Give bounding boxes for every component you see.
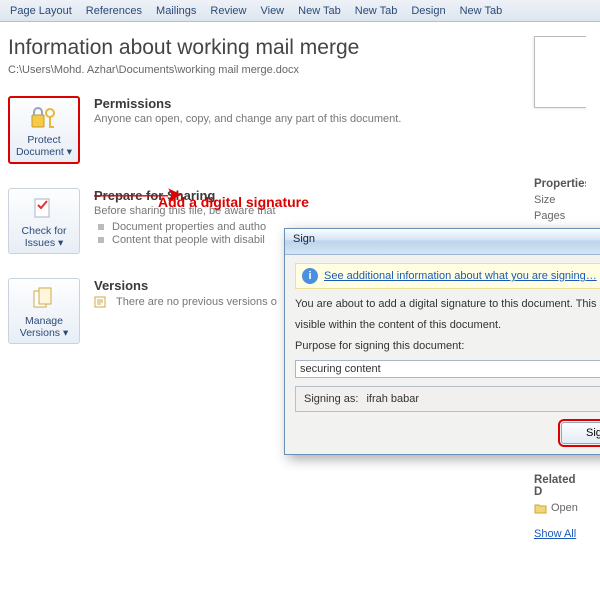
open-file-link[interactable]: Open bbox=[534, 502, 586, 514]
annotation-text: Add a digital signature bbox=[158, 194, 309, 210]
dialog-title: Sign bbox=[285, 229, 600, 255]
permissions-head: Permissions bbox=[94, 96, 401, 111]
tab-new-3[interactable]: New Tab bbox=[460, 5, 503, 17]
file-path: C:\Users\Mohd. Azhar\Documents\working m… bbox=[8, 64, 526, 76]
prop-size: Size bbox=[534, 194, 586, 206]
document-check-icon bbox=[28, 195, 60, 223]
versions-icon bbox=[28, 285, 60, 313]
tab-page-layout[interactable]: Page Layout bbox=[10, 5, 72, 17]
dialog-info-banner: i See additional information about what … bbox=[295, 263, 600, 289]
versions-head: Versions bbox=[94, 278, 277, 293]
signing-as-box: Signing as: ifrah babar bbox=[295, 386, 600, 412]
protect-document-button[interactable]: Protect Document ▾ bbox=[8, 96, 80, 164]
signing-as-label: Signing as: bbox=[304, 393, 358, 405]
info-link[interactable]: See additional information about what yo… bbox=[324, 270, 597, 282]
purpose-label: Purpose for signing this document: bbox=[295, 339, 600, 354]
properties-head: Properties bbox=[534, 178, 586, 190]
tab-new-1[interactable]: New Tab bbox=[298, 5, 341, 17]
manage-versions-label: Manage Versions ▾ bbox=[11, 315, 77, 339]
purpose-input[interactable] bbox=[295, 360, 600, 378]
info-icon: i bbox=[302, 268, 318, 284]
tab-view[interactable]: View bbox=[260, 5, 284, 17]
prepare-bullet-1: Document properties and autho bbox=[94, 221, 276, 233]
manage-versions-button[interactable]: Manage Versions ▾ bbox=[8, 278, 80, 344]
versions-sub: There are no previous versions o bbox=[94, 295, 277, 309]
check-issues-button[interactable]: Check for Issues ▾ bbox=[8, 188, 80, 254]
lock-key-icon bbox=[28, 104, 60, 132]
protect-document-label: Protect Document ▾ bbox=[12, 134, 76, 158]
check-issues-label: Check for Issues ▾ bbox=[11, 225, 77, 249]
page-title: Information about working mail merge bbox=[8, 36, 526, 60]
dialog-body-2: visible within the content of this docum… bbox=[295, 318, 600, 333]
tab-design[interactable]: Design bbox=[411, 5, 445, 17]
related-head: Related D bbox=[534, 474, 586, 498]
prepare-bullet-2: Content that people with disabil bbox=[94, 234, 276, 246]
tab-mailings[interactable]: Mailings bbox=[156, 5, 196, 17]
signing-as-value: ifrah babar bbox=[366, 393, 419, 405]
ribbon-tabs: Page Layout References Mailings Review V… bbox=[0, 0, 600, 22]
tab-references[interactable]: References bbox=[86, 5, 142, 17]
tab-new-2[interactable]: New Tab bbox=[355, 5, 398, 17]
sign-button[interactable]: Sign bbox=[561, 422, 600, 444]
document-preview bbox=[534, 36, 586, 108]
dialog-body-1: You are about to add a digital signature… bbox=[295, 297, 600, 312]
show-all-link[interactable]: Show All bbox=[534, 528, 586, 540]
prop-pages: Pages bbox=[534, 210, 586, 222]
sign-dialog: Sign i See additional information about … bbox=[284, 228, 600, 455]
permissions-sub: Anyone can open, copy, and change any pa… bbox=[94, 113, 401, 125]
tab-review[interactable]: Review bbox=[210, 5, 246, 17]
section-permissions: Protect Document ▾ Permissions Anyone ca… bbox=[8, 96, 526, 164]
